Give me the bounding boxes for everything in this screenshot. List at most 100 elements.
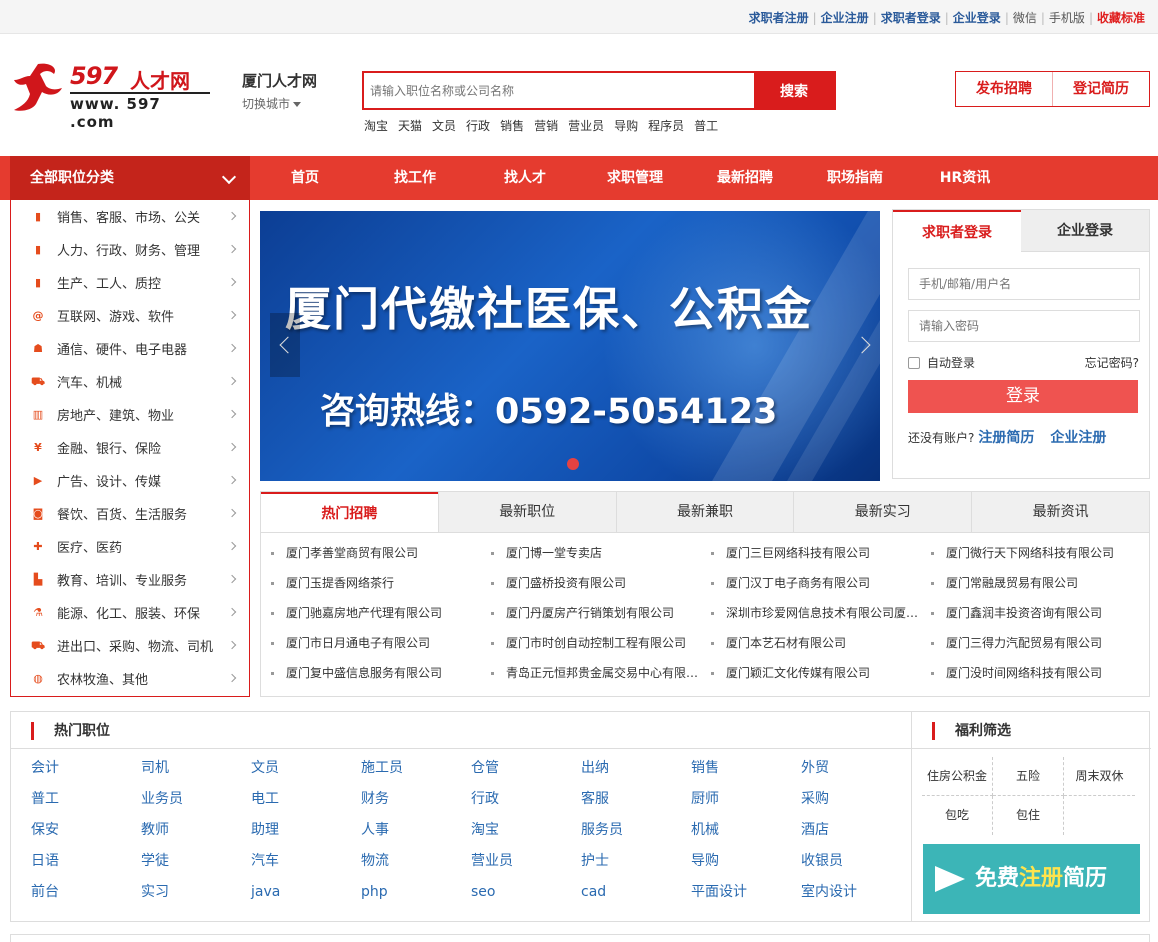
top-link[interactable]: 收藏标准 xyxy=(1093,9,1149,26)
hot-position-link[interactable]: 销售 xyxy=(691,759,801,778)
promo-banner[interactable]: 厦门代缴社医保、公积金 咨询热线：0592-5054123 xyxy=(260,211,880,481)
hot-keyword-link[interactable]: 行政 xyxy=(466,117,490,134)
hot-position-link[interactable]: 保安 xyxy=(31,821,141,840)
tab-jobseeker-login[interactable]: 求职者登录 xyxy=(893,210,1021,252)
hot-position-link[interactable]: 汽车 xyxy=(251,852,361,871)
login-button[interactable]: 登录 xyxy=(908,380,1138,413)
company-link[interactable]: 厦门玉提香网络茶行 xyxy=(271,574,491,592)
site-logo[interactable]: 597 人才网 www. 597 .com xyxy=(10,58,210,131)
top-link[interactable]: 企业登录 xyxy=(949,9,1005,26)
category-item[interactable]: ✚ 医疗、医药 xyxy=(11,530,249,563)
hot-keyword-link[interactable]: 天猫 xyxy=(398,117,422,134)
nav-item[interactable]: 求职管理 xyxy=(580,156,690,200)
hot-position-link[interactable]: 日语 xyxy=(31,852,141,871)
hot-position-link[interactable]: 平面设计 xyxy=(691,883,801,902)
hot-position-link[interactable]: 营业员 xyxy=(471,852,581,871)
hot-keyword-link[interactable]: 普工 xyxy=(694,117,718,134)
company-link[interactable]: 青岛正元恒邦贵金属交易中心有限公司 xyxy=(491,664,711,682)
company-link[interactable]: 厦门三巨网络科技有限公司 xyxy=(711,544,931,562)
tab-latest-positions[interactable]: 最新职位 xyxy=(437,492,616,532)
category-item[interactable]: ▙ 教育、培训、专业服务 xyxy=(11,563,249,596)
nav-item[interactable]: HR资讯 xyxy=(910,156,1020,200)
hot-position-link[interactable]: 导购 xyxy=(691,852,801,871)
welfare-tag[interactable]: 包吃 xyxy=(922,796,993,835)
company-link[interactable]: 厦门丹厦房产行销策划有限公司 xyxy=(491,604,711,622)
hot-position-link[interactable]: 文员 xyxy=(251,759,361,778)
welfare-tag[interactable]: 包住 xyxy=(993,796,1064,835)
hot-keyword-link[interactable]: 销售 xyxy=(500,117,524,134)
tab-hot-jobs[interactable]: 热门招聘 xyxy=(261,492,438,532)
nav-item[interactable]: 找人才 xyxy=(470,156,580,200)
tab-latest-parttime[interactable]: 最新兼职 xyxy=(615,492,794,532)
hot-position-link[interactable]: 业务员 xyxy=(141,790,251,809)
register-resume-button[interactable]: 登记简历 xyxy=(1053,72,1149,106)
hot-position-link[interactable]: 酒店 xyxy=(801,821,911,840)
top-link[interactable]: 手机版 xyxy=(1045,9,1089,26)
company-link[interactable]: 厦门复中盛信息服务有限公司 xyxy=(271,664,491,682)
remember-me[interactable]: 自动登录 xyxy=(908,354,975,371)
search-button[interactable]: 搜索 xyxy=(754,73,834,108)
category-item[interactable]: @ 互联网、游戏、软件 xyxy=(11,299,249,332)
password-input[interactable] xyxy=(908,310,1140,342)
forgot-password-link[interactable]: 忘记密码? xyxy=(1085,354,1139,371)
welfare-tag[interactable]: 五险 xyxy=(993,757,1064,796)
hot-position-link[interactable]: 普工 xyxy=(31,790,141,809)
category-item[interactable]: ▥ 房地产、建筑、物业 xyxy=(11,398,249,431)
hot-position-link[interactable]: 客服 xyxy=(581,790,691,809)
category-item[interactable]: ▮ 生产、工人、质控 xyxy=(11,266,249,299)
hot-position-link[interactable]: 教师 xyxy=(141,821,251,840)
category-item[interactable]: ⚗ 能源、化工、服装、环保 xyxy=(11,596,249,629)
nav-item[interactable]: 职场指南 xyxy=(800,156,910,200)
switch-city-link[interactable]: 切换城市 xyxy=(242,95,317,112)
free-register-resume-banner[interactable]: 免费注册简历 xyxy=(923,844,1140,914)
hot-position-link[interactable]: 财务 xyxy=(361,790,471,809)
category-item[interactable]: ☗ 通信、硬件、电子电器 xyxy=(11,332,249,365)
hot-position-link[interactable]: 施工员 xyxy=(361,759,471,778)
hot-position-link[interactable]: 会计 xyxy=(31,759,141,778)
banner-prev-button[interactable] xyxy=(270,313,300,377)
company-link[interactable]: 厦门盛桥投资有限公司 xyxy=(491,574,711,592)
company-link[interactable]: 厦门颖汇文化传媒有限公司 xyxy=(711,664,931,682)
hot-position-link[interactable]: 护士 xyxy=(581,852,691,871)
hot-position-link[interactable]: seo xyxy=(471,883,581,902)
hot-position-link[interactable]: 出纳 xyxy=(581,759,691,778)
tab-latest-internship[interactable]: 最新实习 xyxy=(793,492,972,532)
hot-position-link[interactable]: 厨师 xyxy=(691,790,801,809)
hot-position-link[interactable]: 前台 xyxy=(31,883,141,902)
company-link[interactable]: 厦门市日月通电子有限公司 xyxy=(271,634,491,652)
hot-position-link[interactable]: 学徒 xyxy=(141,852,251,871)
hot-position-link[interactable]: cad xyxy=(581,883,691,902)
company-link[interactable]: 深圳市珍爱网信息技术有限公司厦门分公司 xyxy=(711,604,931,622)
hot-keyword-link[interactable]: 营销 xyxy=(534,117,558,134)
company-link[interactable]: 厦门没时间网络科技有限公司 xyxy=(931,664,1151,682)
hot-position-link[interactable]: 行政 xyxy=(471,790,581,809)
hot-position-link[interactable]: 室内设计 xyxy=(801,883,911,902)
post-job-button[interactable]: 发布招聘 xyxy=(956,72,1053,106)
category-item[interactable]: ◍ 农林牧渔、其他 xyxy=(11,662,249,695)
top-link[interactable]: 企业注册 xyxy=(817,9,873,26)
nav-item[interactable]: 最新招聘 xyxy=(690,156,800,200)
hot-position-link[interactable]: php xyxy=(361,883,471,902)
company-link[interactable]: 厦门汉丁电子商务有限公司 xyxy=(711,574,931,592)
category-item[interactable]: ¥ 金融、银行、保险 xyxy=(11,431,249,464)
search-input[interactable] xyxy=(364,73,754,108)
hot-keyword-link[interactable]: 营业员 xyxy=(568,117,604,134)
company-link[interactable]: 厦门本艺石材有限公司 xyxy=(711,634,931,652)
company-link[interactable]: 厦门驰嘉房地产代理有限公司 xyxy=(271,604,491,622)
company-link[interactable]: 厦门孝善堂商贸有限公司 xyxy=(271,544,491,562)
company-link[interactable]: 厦门市时创自动控制工程有限公司 xyxy=(491,634,711,652)
hot-position-link[interactable]: 电工 xyxy=(251,790,361,809)
hot-keyword-link[interactable]: 文员 xyxy=(432,117,456,134)
hot-position-link[interactable]: 助理 xyxy=(251,821,361,840)
tab-latest-news[interactable]: 最新资讯 xyxy=(971,492,1149,532)
category-item[interactable]: ⛟ 进出口、采购、物流、司机 xyxy=(11,629,249,662)
username-input[interactable] xyxy=(908,268,1140,300)
tab-company-login[interactable]: 企业登录 xyxy=(1021,210,1149,252)
hot-position-link[interactable]: 仓管 xyxy=(471,759,581,778)
hot-position-link[interactable]: 外贸 xyxy=(801,759,911,778)
company-link[interactable]: 厦门三得力汽配贸易有限公司 xyxy=(931,634,1151,652)
nav-item[interactable]: 找工作 xyxy=(360,156,470,200)
hot-position-link[interactable]: java xyxy=(251,883,361,902)
top-link[interactable]: 求职者登录 xyxy=(877,9,945,26)
company-link[interactable]: 厦门微行天下网络科技有限公司 xyxy=(931,544,1151,562)
